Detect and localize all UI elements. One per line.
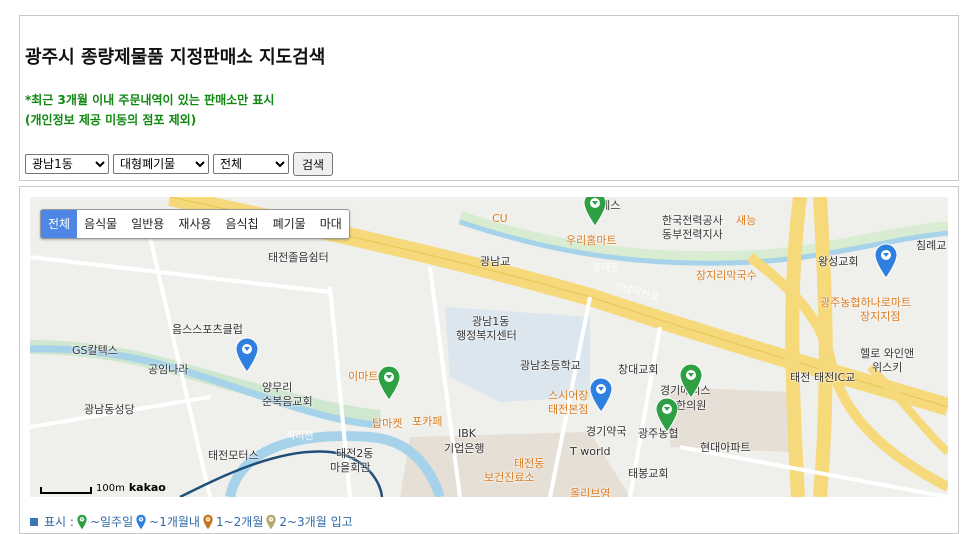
road-gwangnam-bridge: 광남교 [480,255,511,268]
poi-gwangnam-cathedral: 광남동성당 [84,403,135,416]
legend-pin-icon-0 [76,513,88,530]
legend-label-0: ~일주일 [89,515,134,529]
poi-saenung: 새능 [736,214,757,227]
poi-yangmuri-church: 순복음교회 [262,395,313,408]
poi-kepco-branch: 동부전력지사 [662,228,723,241]
tab-sack[interactable]: 마대 [313,210,349,238]
poi-wangseong-church: 왕성교회 [818,255,859,268]
poi-sushi-branch: 태전본점 [548,403,589,416]
poi-oliveyoung: 올리브영 [570,487,611,497]
legend-square-icon [30,517,38,526]
poi-woori-homemart: 우리홈마트 [566,234,617,247]
scale-bar [40,487,92,494]
poi-taejeon-health-clinic: 보건진료소 [484,471,535,484]
poi-emart: 이마트 [348,370,379,383]
legend-pin-icon-3 [265,513,277,530]
legend-label-2: 1~2개월 [215,515,264,529]
marker-week-1[interactable] [582,197,608,227]
notice-privacy: (개인정보 제공 미동의 점포 제외) [25,113,197,127]
category-tabs: 전체 음식물 일반용 재사용 음식칩 폐기물 마대 [40,209,350,239]
tab-reuse[interactable]: 재사용 [171,210,218,238]
tab-all[interactable]: 전체 [41,210,78,238]
poi-taebong-church: 태봉교회 [628,467,669,480]
poi-taejeon: 태전 [790,371,811,384]
poi-gwangnam1dong-center: 행정복지센터 [456,329,517,342]
poi-gyeonggi-oriental: 한의원 [676,399,707,412]
kakao-logo: kakao [128,481,166,494]
tab-general[interactable]: 일반용 [124,210,171,238]
legend-items: ~일주일 ~1개월내 1~2개월 2~3개월 입고 [76,513,353,530]
stream-jungdaecheon: 중대천 [592,263,620,274]
poi-nonghyup-mart-branch: 장지지점 [860,310,901,323]
marker-month-1[interactable] [873,243,899,279]
legend-prefix: 표시 : [44,515,74,529]
legend-label-1: ~1개월내 [149,515,200,529]
poi-ibk-bank: 기업은행 [444,442,485,455]
search-panel: 광주시 종량제물품 지정판매소 지도검색 *최근 3개월 이내 주문내역이 있는… [19,15,959,181]
poi-topmarket: 탑마켓 [372,417,403,430]
poi-tworld: T world [570,445,611,458]
map-background [30,197,948,497]
poi-hyundai-apt: 현대아파트 [700,441,751,454]
poi-taejeon-rest: 태전졸음쉼터 [268,251,329,264]
poi-pokape: 포카페 [412,415,443,428]
marker-month-3[interactable] [588,377,614,413]
map-scale: 100m kakao [40,481,166,494]
type-select[interactable]: 대형폐기물 [113,154,209,174]
legend-pin-icon-1 [135,513,147,530]
marker-week-4[interactable] [654,397,680,433]
map-panel: 전체 음식물 일반용 재사용 음식칩 폐기물 마대 CU 우리홈마트 한국전력공… [19,186,959,534]
poi-gongimnara: 공임나라 [148,363,189,376]
dong-select[interactable]: 광남1동 [25,154,109,174]
poi-ibk: IBK [458,427,477,440]
tab-food-chip[interactable]: 음식칩 [218,210,265,238]
marker-week-2[interactable] [376,365,402,401]
legend-pin-icon-2 [202,513,214,530]
poi-hello-wine-whisky: 위스키 [872,361,903,374]
kind-select[interactable]: 전체 [213,154,289,174]
poi-eumss-sports: 음스스포츠클럽 [172,323,243,336]
poi-cu: CU [492,212,508,225]
page-title: 광주시 종량제물품 지정판매소 지도검색 [25,47,326,68]
tab-food-waste[interactable]: 음식물 [77,210,124,238]
poi-gyeonggi-pharmacy: 경기약국 [586,425,627,438]
map-view[interactable]: 전체 음식물 일반용 재사용 음식칩 폐기물 마대 CU 우리홈마트 한국전력공… [30,197,948,497]
marker-week-3[interactable] [678,363,704,399]
poi-changdae-church: 창대교회 [618,363,659,376]
marker-month-2[interactable] [234,337,260,373]
search-button[interactable]: 검색 [293,152,334,176]
stream-jikricheon: 직리천 [286,431,314,442]
poi-gs-caltex: GS칼텍스 [72,344,118,357]
poi-gwangnam-elementary: 광남초등학교 [520,359,581,372]
poi-chimrye: 침례교 [916,239,947,252]
tab-waste[interactable]: 폐기물 [266,210,313,238]
poi-taejeon-motors: 태전모터스 [208,449,259,462]
poi-jangji-makguksu: 장지리막국수 [696,269,757,282]
poi-taejeon2-hall: 마을회관 [330,461,371,474]
search-controls: 광남1동 대형폐기물 전체 검색 [25,152,334,176]
legend-label-3: 2~3개월 입고 [279,515,353,529]
poi-taejeon-ic: 태전IC교 [814,371,856,384]
notice-recent-orders: *최근 3개월 이내 주문내역이 있는 판매소만 표시 [25,93,275,107]
legend: 표시 : ~일주일 ~1개월내 1~2개월 2~3개월 입고 [30,513,353,530]
scale-label: 100m [96,483,125,494]
